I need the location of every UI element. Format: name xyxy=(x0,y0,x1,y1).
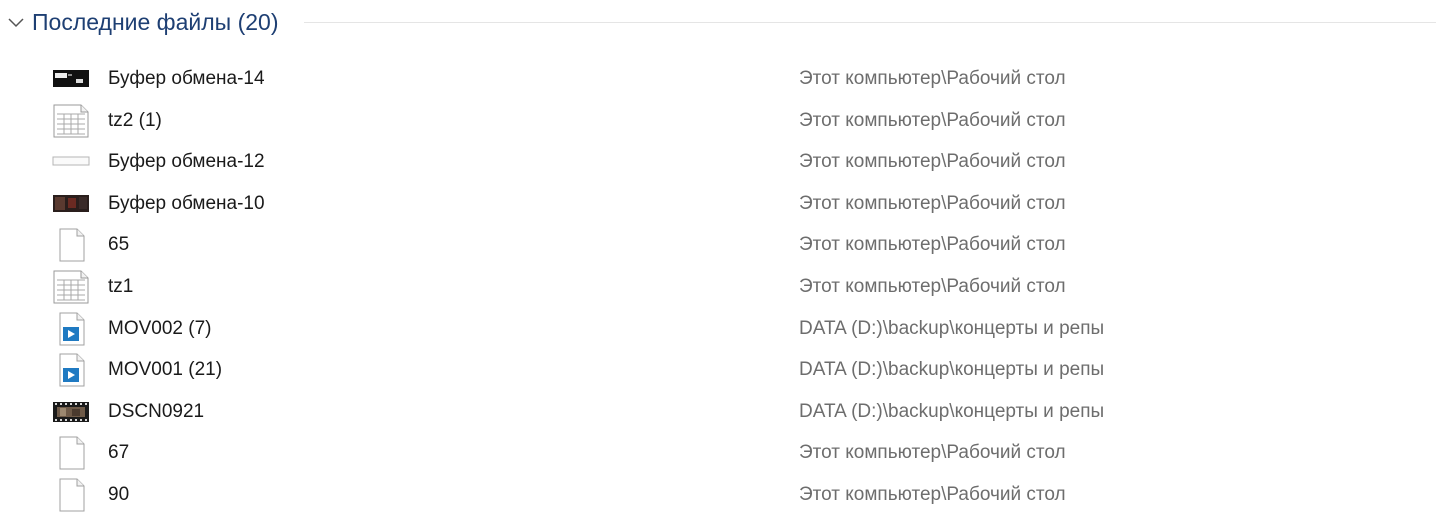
file-name: MOV001 (21) xyxy=(108,359,223,381)
spreadsheet-file-icon xyxy=(53,104,89,138)
file-name: Буфер обмена-10 xyxy=(108,192,265,214)
file-path: DATA (D:)\backup\концерты и репы xyxy=(799,317,1105,339)
video-file-icon xyxy=(59,353,85,387)
file-name: Буфер обмена-14 xyxy=(108,68,265,89)
file-path: Этот компьютер\Рабочий стол xyxy=(799,192,1066,214)
file-path: DATA (D:)\backup\концерты и репы xyxy=(799,359,1105,381)
spreadsheet-file-icon xyxy=(53,270,89,304)
file-row[interactable]: Буфер обмена-10 Этот компьютер\Рабочий с… xyxy=(0,183,1440,225)
group-title: Последние файлы (20) xyxy=(32,9,279,35)
file-path: Этот компьютер\Рабочий стол xyxy=(799,442,1066,464)
blank-file-icon xyxy=(59,436,85,470)
file-name: 67 xyxy=(108,442,130,464)
image-thumbnail-icon xyxy=(52,156,90,166)
file-name: tz2 (1) xyxy=(108,109,162,131)
file-path: Этот компьютер\Рабочий стол xyxy=(799,109,1066,131)
group-header[interactable]: Последние файлы (20) xyxy=(0,0,1440,44)
image-thumbnail-icon xyxy=(53,70,89,87)
video-thumbnail-icon xyxy=(53,401,89,422)
file-path: Этот компьютер\Рабочий стол xyxy=(799,275,1066,297)
blank-file-icon xyxy=(59,228,85,262)
file-path: Этот компьютер\Рабочий стол xyxy=(799,68,1066,89)
file-row[interactable]: 67 Этот компьютер\Рабочий стол xyxy=(0,432,1440,474)
video-file-icon xyxy=(59,312,85,346)
file-row[interactable]: tz1 Этот компьютер\Рабочий стол xyxy=(0,266,1440,308)
file-name: Буфер обмена-12 xyxy=(108,151,265,173)
file-name: 90 xyxy=(108,483,130,505)
file-row[interactable]: 90 Этот компьютер\Рабочий стол xyxy=(0,474,1440,512)
file-list: Буфер обмена-14 Этот компьютер\Рабочий с… xyxy=(0,58,1440,512)
image-thumbnail-icon xyxy=(53,194,89,212)
file-row[interactable]: DSCN0921 DATA (D:)\backup\концерты и реп… xyxy=(0,391,1440,433)
file-path: Этот компьютер\Рабочий стол xyxy=(799,151,1066,173)
file-row[interactable]: MOV001 (21) DATA (D:)\backup\концерты и … xyxy=(0,349,1440,391)
file-name: 65 xyxy=(108,234,130,256)
recent-files-view: Последние файлы (20) Буфер обмена-14 Это… xyxy=(0,0,1440,512)
file-row[interactable]: Буфер обмена-14 Этот компьютер\Рабочий с… xyxy=(0,58,1440,100)
file-row[interactable]: Буфер обмена-12 Этот компьютер\Рабочий с… xyxy=(0,141,1440,183)
file-name: MOV002 (7) xyxy=(108,317,212,339)
file-name: DSCN0921 xyxy=(108,400,205,422)
file-path: Этот компьютер\Рабочий стол xyxy=(799,483,1066,505)
file-row[interactable]: MOV002 (7) DATA (D:)\backup\концерты и р… xyxy=(0,308,1440,350)
group-divider xyxy=(304,22,1436,23)
chevron-down-icon[interactable] xyxy=(6,12,26,32)
file-path: Этот компьютер\Рабочий стол xyxy=(799,234,1066,256)
file-name: tz1 xyxy=(108,275,134,297)
file-row[interactable]: 65 Этот компьютер\Рабочий стол xyxy=(0,224,1440,266)
file-path: DATA (D:)\backup\концерты и репы xyxy=(799,400,1105,422)
file-row[interactable]: tz2 (1) Этот компьютер\Рабочий стол xyxy=(0,100,1440,142)
blank-file-icon xyxy=(59,478,85,512)
